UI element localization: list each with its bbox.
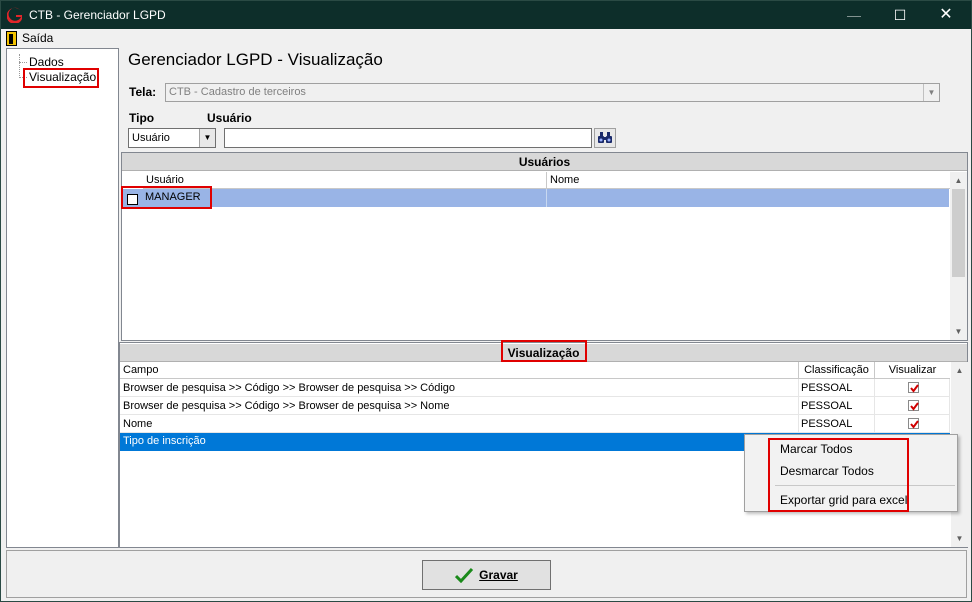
highlight-box: [501, 340, 587, 362]
scroll-thumb[interactable]: [952, 189, 965, 277]
scroll-up-icon[interactable]: ▲: [951, 362, 968, 379]
maximize-button[interactable]: ☐: [877, 1, 923, 29]
checkbox-checked-icon[interactable]: [907, 400, 919, 411]
exit-label: Saída: [22, 31, 54, 45]
menu-bar: Saída: [1, 29, 971, 47]
tela-select[interactable]: CTB - Cadastro de terceiros ▼: [165, 83, 940, 102]
scroll-down-icon[interactable]: ▼: [950, 323, 967, 340]
column-divider: [546, 189, 547, 207]
column-header-visualizar[interactable]: Visualizar: [875, 362, 950, 379]
column-header-classificacao[interactable]: Classificação: [799, 362, 875, 379]
users-panel: Usuários Usuário Nome MANAGER ▲ ▼: [121, 152, 968, 341]
search-button[interactable]: [594, 128, 616, 148]
tela-label: Tela:: [129, 85, 157, 99]
cell-classificacao[interactable]: PESSOAL: [799, 397, 875, 415]
minimize-button[interactable]: —: [831, 1, 877, 29]
save-button[interactable]: Gravar: [422, 560, 551, 590]
cell-campo[interactable]: Browser de pesquisa >> Código >> Browser…: [120, 397, 799, 415]
window-title: CTB - Gerenciador LGPD: [29, 8, 166, 22]
tipo-value: Usuário: [132, 132, 170, 144]
page-title: Gerenciador LGPD - Visualização: [128, 50, 383, 69]
dropdown-arrow-icon[interactable]: ▼: [923, 84, 939, 101]
tipo-select[interactable]: Usuário ▼: [128, 128, 216, 148]
tree-branch-line: [19, 54, 20, 78]
cell-visualizar[interactable]: [875, 415, 950, 433]
cell-campo[interactable]: Browser de pesquisa >> Código >> Browser…: [120, 379, 799, 397]
highlight-box: [121, 186, 212, 209]
users-scrollbar[interactable]: ▲ ▼: [950, 172, 967, 340]
highlight-box: [768, 438, 909, 512]
app-logo-icon: [7, 7, 22, 23]
title-bar: CTB - Gerenciador LGPD — ☐ ✕: [1, 1, 971, 29]
usuario-input[interactable]: [224, 128, 592, 148]
cell-visualizar[interactable]: [875, 397, 950, 415]
column-header-campo[interactable]: Campo: [120, 362, 799, 379]
binoculars-icon: [598, 132, 612, 143]
checkbox-checked-icon[interactable]: [907, 382, 919, 393]
tree-branch-line: [19, 62, 27, 63]
highlight-box: [23, 68, 99, 88]
cell-campo: Tipo de inscrição: [123, 435, 206, 447]
cell-visualizar[interactable]: [875, 379, 950, 397]
cell-classificacao[interactable]: PESSOAL: [799, 379, 875, 397]
close-button[interactable]: ✕: [923, 1, 969, 29]
scroll-up-icon[interactable]: ▲: [950, 172, 967, 189]
scroll-down-icon[interactable]: ▼: [951, 530, 968, 547]
users-panel-header: Usuários: [122, 153, 967, 171]
exit-menu-item[interactable]: Saída: [6, 30, 53, 46]
cell-campo[interactable]: Nome: [120, 415, 799, 433]
navigation-tree: Dados Visualização: [6, 48, 119, 548]
cell-classificacao[interactable]: PESSOAL: [799, 415, 875, 433]
tela-value: CTB - Cadastro de terceiros: [169, 86, 306, 98]
column-header-nome[interactable]: Nome: [547, 172, 950, 189]
tipo-label: Tipo: [129, 111, 155, 125]
dropdown-arrow-icon[interactable]: ▼: [199, 129, 215, 147]
table-row[interactable]: MANAGER: [123, 189, 949, 207]
save-label: Gravar: [479, 568, 518, 582]
exit-icon: [6, 30, 17, 46]
main-window: CTB - Gerenciador LGPD — ☐ ✕ Saída Dados…: [0, 0, 972, 602]
usuario-label: Usuário: [207, 111, 252, 125]
checkbox-checked-icon[interactable]: [907, 418, 919, 429]
checkmark-icon: [455, 567, 474, 583]
